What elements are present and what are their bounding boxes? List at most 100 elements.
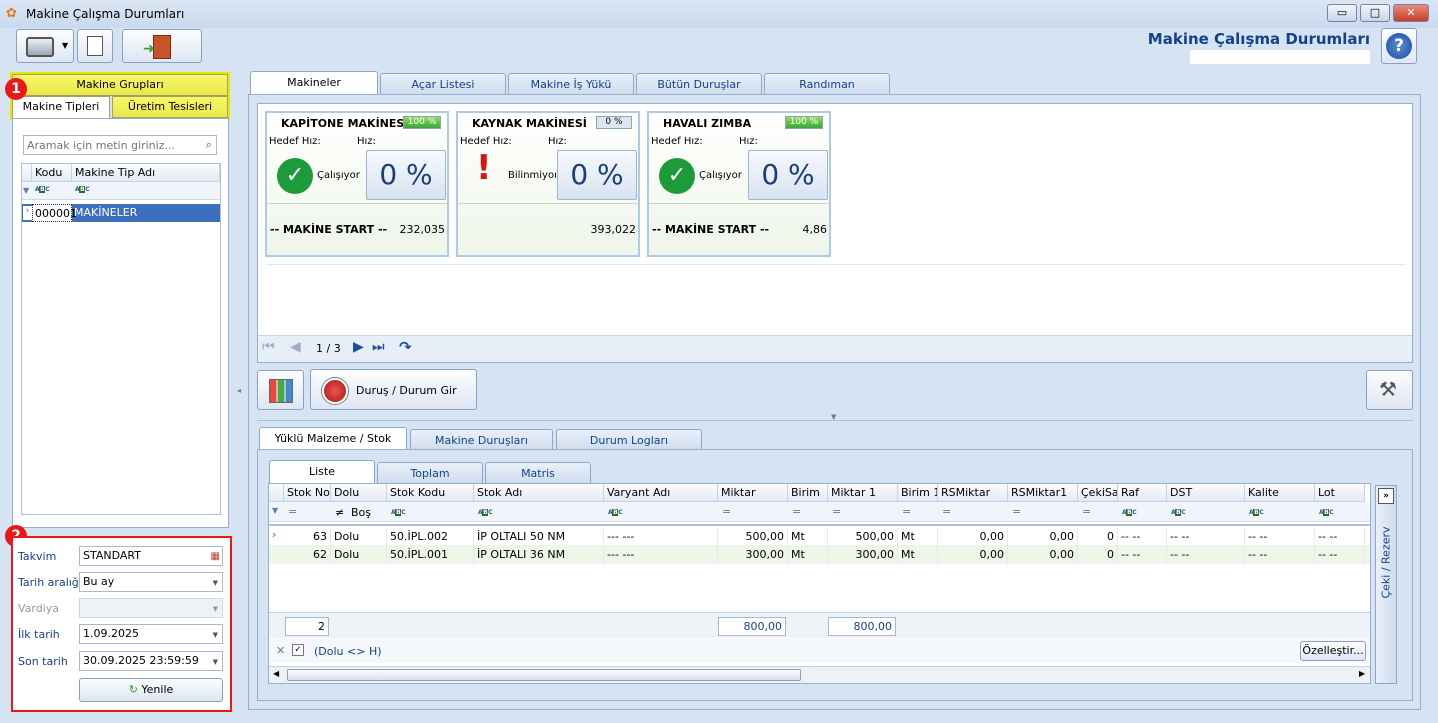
column-header[interactable]: Stok Adı: [474, 484, 604, 502]
search-input[interactable]: [24, 136, 192, 154]
grid-cell[interactable]: Mt: [788, 528, 828, 546]
close-button[interactable]: ✕: [1393, 4, 1429, 22]
tab-3[interactable]: Bütün Duruşlar: [636, 73, 762, 95]
grid-cell[interactable]: Dolu: [331, 546, 387, 564]
column-header[interactable]: Stok Kodu: [387, 484, 474, 502]
collapse-arrow-icon[interactable]: ◂: [237, 386, 241, 395]
machine-card[interactable]: HAVALI ZIMBA 100 % Hedef Hız: Hız: ✓ Çalışıyo…: [647, 111, 831, 257]
grid-cell[interactable]: -- --: [1118, 546, 1167, 564]
column-header[interactable]: Kalite: [1245, 484, 1315, 502]
layout-button[interactable]: [257, 370, 304, 410]
grid-cell[interactable]: 0,00: [938, 546, 1008, 564]
maximize-button[interactable]: □: [1360, 4, 1390, 22]
last-page-icon[interactable]: ⏭: [372, 339, 385, 355]
refresh-pager-icon[interactable]: ↷: [399, 338, 412, 356]
filter-checkbox[interactable]: ✓: [292, 644, 304, 656]
calendar-icon[interactable]: ▦: [211, 548, 220, 566]
stop-status-button[interactable]: Duruş / Durum Gir: [310, 369, 477, 410]
prev-page-icon[interactable]: ◀: [290, 339, 301, 355]
column-header[interactable]: Raf: [1118, 484, 1167, 502]
grid-cell[interactable]: 500,00: [718, 528, 788, 546]
search-box[interactable]: ⌕: [23, 135, 217, 155]
grid-cell[interactable]: 0,00: [1008, 546, 1078, 564]
grid-cell[interactable]: -- --: [1118, 528, 1167, 546]
column-header[interactable]: Birim 1: [898, 484, 938, 502]
range-select[interactable]: Bu ay ▼: [79, 572, 223, 592]
column-header[interactable]: RSMiktar: [938, 484, 1008, 502]
machine-card[interactable]: KAPİTONE MAKİNESİ 100 % Hedef Hız: Hız: ✓ Çal…: [265, 111, 449, 257]
grid-cell[interactable]: -- --: [1315, 546, 1365, 564]
last-date-field[interactable]: 30.09.2025 23:59:59 ▼: [79, 651, 223, 671]
first-page-icon[interactable]: ⏮: [262, 339, 275, 355]
horizontal-scrollbar[interactable]: ◀ ▶: [269, 666, 1370, 683]
grid-cell[interactable]: 50.İPL.001: [387, 546, 474, 564]
grid-cell[interactable]: 63: [284, 528, 331, 546]
filter-text[interactable]: (Dolu <> H): [314, 645, 382, 658]
minimize-button[interactable]: ▭: [1327, 4, 1357, 22]
sub-tab-2[interactable]: Matris: [485, 462, 591, 484]
column-header[interactable]: Dolu: [331, 484, 387, 502]
lower-tab-1[interactable]: Makine Duruşları: [410, 429, 553, 451]
grid-cell[interactable]: 300,00: [828, 546, 898, 564]
lower-tab-0[interactable]: Yüklü Malzeme / Stok: [259, 427, 407, 451]
takvim-field[interactable]: STANDART ▦: [79, 546, 223, 566]
lower-tab-2[interactable]: Durum Logları: [556, 429, 702, 451]
grid-cell[interactable]: 500,00: [828, 528, 898, 546]
exit-button[interactable]: ➜: [122, 29, 202, 63]
table-row[interactable]: › 63 Dolu 50.İPL.002 İP OLTALI 50 NM --- --- 5…: [269, 528, 1370, 546]
grid-cell[interactable]: --- ---: [604, 546, 718, 564]
expand-icon[interactable]: »: [1378, 488, 1394, 504]
column-header[interactable]: Stok No: [284, 484, 331, 502]
column-header[interactable]: Lot: [1315, 484, 1365, 502]
tab-2[interactable]: Makine İş Yükü: [508, 73, 634, 95]
grid-cell[interactable]: -- --: [1245, 528, 1315, 546]
grid-cell[interactable]: 62: [284, 546, 331, 564]
tab-4[interactable]: Randıman: [764, 73, 890, 95]
column-header[interactable]: Varyant Adı: [604, 484, 718, 502]
help-button[interactable]: ?: [1381, 28, 1417, 64]
grid-cell[interactable]: 0: [1078, 528, 1118, 546]
table-row[interactable]: 62 Dolu 50.İPL.001 İP OLTALI 36 NM --- --- 30…: [269, 546, 1370, 564]
grid-cell[interactable]: Mt: [898, 528, 938, 546]
grid-cell[interactable]: Mt: [788, 546, 828, 564]
machine-card[interactable]: KAYNAK MAKİNESİ 0 % Hedef Hız: Hız:! Bilinmi…: [456, 111, 640, 257]
tab-production-facilities[interactable]: Üretim Tesisleri: [112, 96, 228, 118]
side-panel[interactable]: » Çeki / Rezerv: [1375, 485, 1397, 684]
column-header[interactable]: Miktar: [718, 484, 788, 502]
cell-code[interactable]: 000001: [32, 204, 77, 222]
column-header[interactable]: RSMiktar1: [1008, 484, 1078, 502]
scroll-thumb[interactable]: [287, 669, 801, 681]
grid-cell[interactable]: -- --: [1315, 528, 1365, 546]
customize-button[interactable]: Özelleştir...: [1300, 641, 1366, 661]
filter-row[interactable]: ▼ ABC ABC: [22, 182, 220, 200]
preview-button[interactable]: [77, 29, 113, 63]
clear-filter-icon[interactable]: ✕: [276, 644, 285, 657]
settings-button[interactable]: ⚒: [1366, 370, 1413, 410]
grid-cell[interactable]: --- ---: [604, 528, 718, 546]
grid-cell[interactable]: 0,00: [1008, 528, 1078, 546]
grid-cell[interactable]: -- --: [1167, 528, 1245, 546]
column-header[interactable]: Miktar 1: [828, 484, 898, 502]
print-button[interactable]: ▼: [16, 29, 74, 63]
grid-cell[interactable]: İP OLTALI 36 NM: [474, 546, 604, 564]
grid-cell[interactable]: 0,00: [938, 528, 1008, 546]
tab-machine-groups[interactable]: Makine Grupları: [12, 74, 228, 96]
grid-cell[interactable]: Dolu: [331, 528, 387, 546]
cell-name[interactable]: MAKİNELER: [74, 204, 137, 222]
table-row[interactable]: › 000001 MAKİNELER: [22, 204, 220, 222]
grid-cell[interactable]: 300,00: [718, 546, 788, 564]
tab-0[interactable]: Makineler: [250, 71, 378, 95]
grid-cell[interactable]: Mt: [898, 546, 938, 564]
filter-row[interactable]: [269, 502, 1370, 522]
grid-cell[interactable]: -- --: [1167, 546, 1245, 564]
sub-tab-1[interactable]: Toplam: [377, 462, 483, 484]
grid-cell[interactable]: -- --: [1245, 546, 1315, 564]
first-date-field[interactable]: 1.09.2025 ▼: [79, 624, 223, 644]
column-header[interactable]: DST: [1167, 484, 1245, 502]
column-header[interactable]: ÇekiSay: [1078, 484, 1118, 502]
column-header[interactable]: Birim: [788, 484, 828, 502]
grid-cell[interactable]: 0: [1078, 546, 1118, 564]
refresh-button[interactable]: ↻ Yenile: [79, 678, 223, 702]
tab-1[interactable]: Açar Listesi: [380, 73, 506, 95]
sub-tab-0[interactable]: Liste: [269, 460, 375, 484]
